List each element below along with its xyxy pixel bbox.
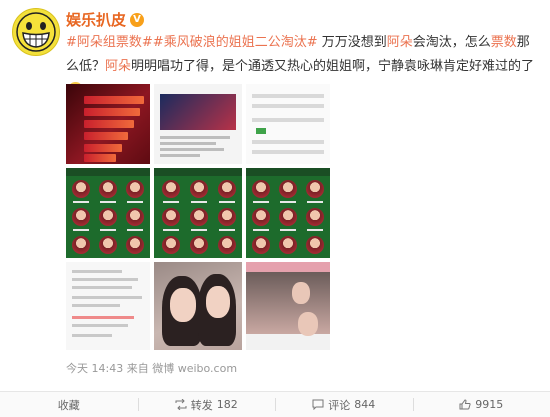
repost-icon bbox=[175, 399, 187, 410]
collect-label: 收藏 bbox=[58, 397, 80, 413]
repost-button[interactable]: 转发 182 bbox=[138, 392, 276, 417]
image-thumbnail[interactable] bbox=[154, 84, 242, 164]
mention-link[interactable]: 阿朵 bbox=[387, 35, 413, 50]
post-text-segment: 明明唱功了得，是个通透又热心的姐姐啊，宁静袁咏琳肯定好难过的了 bbox=[131, 59, 534, 74]
like-button[interactable]: 9915 bbox=[413, 392, 550, 417]
action-bar: 收藏 转发 182 评论 844 9915 bbox=[0, 391, 550, 417]
grin-face-icon bbox=[16, 12, 56, 52]
post-meta: 今天 14:43 来自 微博 weibo.com bbox=[66, 360, 237, 376]
vip-badge-icon: V bbox=[130, 13, 144, 27]
image-thumbnail[interactable] bbox=[246, 168, 330, 258]
keyword-link[interactable]: 票数 bbox=[491, 35, 517, 50]
source-prefix: 来自 bbox=[127, 362, 149, 375]
image-thumbnail[interactable] bbox=[154, 168, 242, 258]
hashtag-link[interactable]: #乘风破浪的姐姐二公淘汰# bbox=[153, 35, 318, 50]
user-name-row: 娱乐扒皮 V bbox=[66, 9, 144, 30]
post-text-segment: 万万没想到 bbox=[318, 35, 387, 50]
mention-link[interactable]: 阿朵 bbox=[105, 59, 131, 74]
collect-button[interactable]: 收藏 bbox=[0, 392, 138, 417]
repost-label: 转发 bbox=[191, 397, 213, 413]
image-thumbnail[interactable] bbox=[66, 262, 150, 350]
comment-count: 844 bbox=[354, 398, 375, 411]
comment-label: 评论 bbox=[328, 397, 350, 413]
image-thumbnail[interactable] bbox=[246, 262, 330, 350]
image-thumbnail[interactable] bbox=[66, 84, 150, 164]
post-source: 微博 weibo.com bbox=[152, 362, 237, 375]
hashtag-link[interactable]: #阿朵组票数# bbox=[66, 35, 153, 50]
image-thumbnail[interactable] bbox=[246, 84, 330, 164]
image-thumbnail[interactable] bbox=[154, 262, 242, 350]
image-thumbnail[interactable] bbox=[66, 168, 150, 258]
user-name[interactable]: 娱乐扒皮 bbox=[66, 9, 126, 30]
comment-button[interactable]: 评论 844 bbox=[275, 392, 413, 417]
comment-icon bbox=[312, 399, 324, 410]
like-count: 9915 bbox=[475, 398, 503, 411]
repost-count: 182 bbox=[217, 398, 238, 411]
thumbs-up-icon bbox=[459, 399, 471, 410]
post-text-segment: 会淘汰，怎么 bbox=[413, 35, 491, 50]
avatar[interactable] bbox=[12, 8, 60, 56]
post-time[interactable]: 今天 14:43 bbox=[66, 362, 123, 375]
weibo-post: 娱乐扒皮 V #阿朵组票数##乘风破浪的姐姐二公淘汰# 万万没想到阿朵会淘汰，怎… bbox=[0, 0, 550, 416]
